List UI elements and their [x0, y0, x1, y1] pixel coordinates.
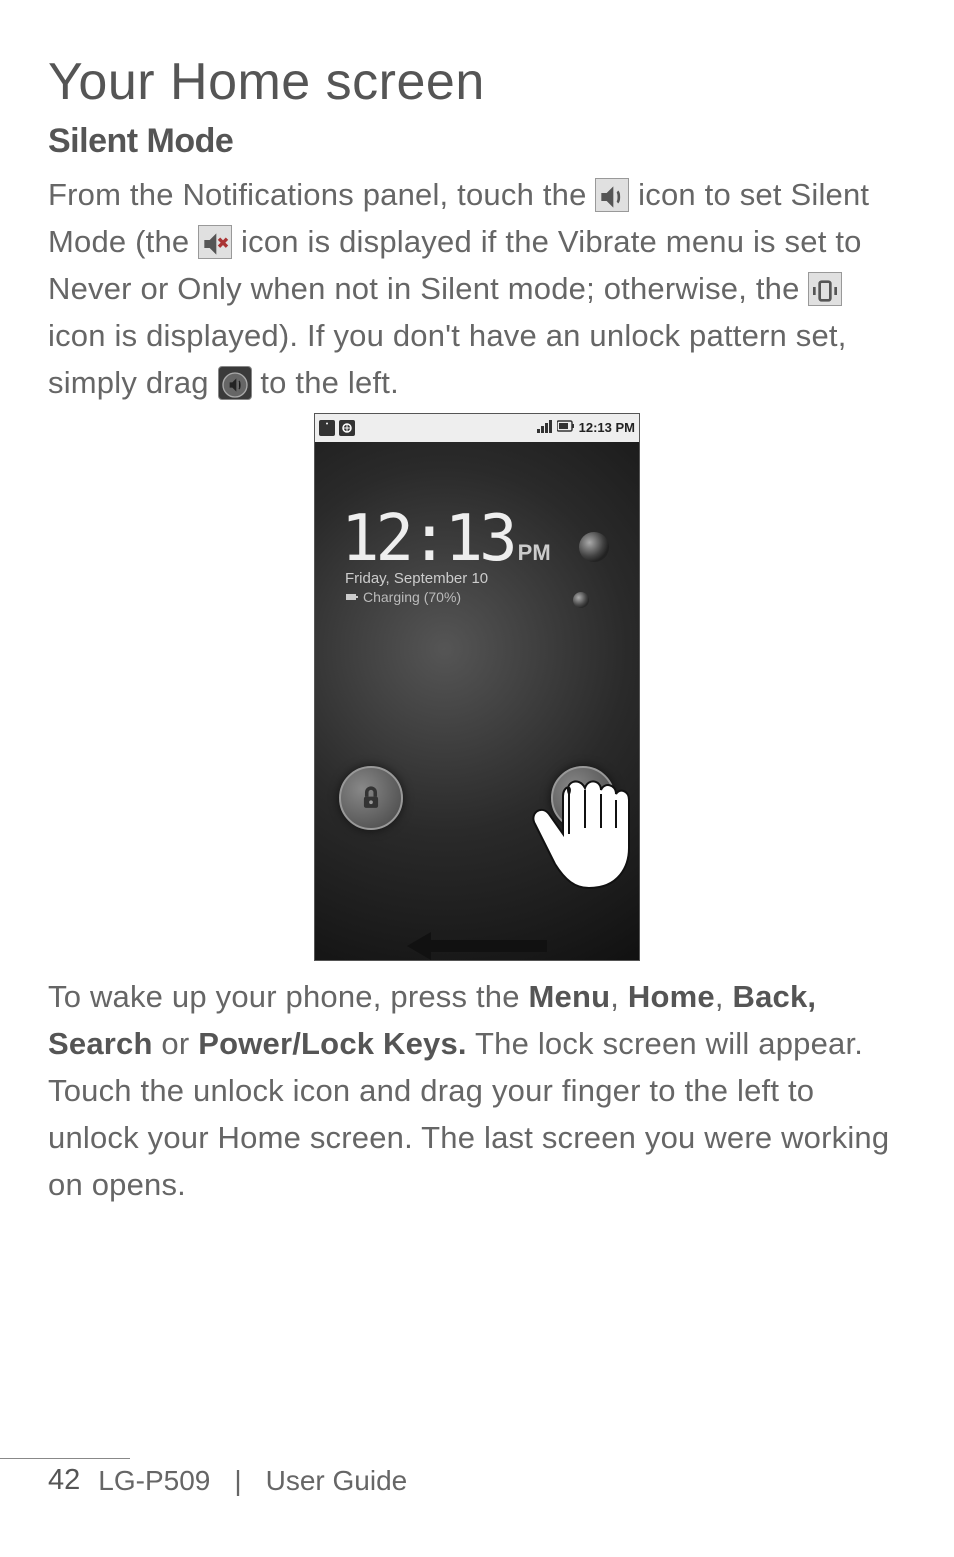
unlock-slider-button[interactable]	[339, 766, 403, 830]
text-segment: From the Notifications panel, touch the	[48, 177, 595, 212]
status-left	[319, 420, 355, 436]
lockscreen-screenshot: 12:13 PM 12:13PM Friday, September 10 Ch…	[314, 413, 640, 961]
page-title: Your Home screen	[48, 52, 906, 112]
text-segment: To wake up your phone, press the	[48, 979, 529, 1014]
footer-divider: |	[234, 1465, 241, 1497]
paragraph-wake: To wake up your phone, press the Menu, H…	[48, 973, 906, 1209]
page-footer: 42 LG-P509 | User Guide	[48, 1464, 407, 1497]
key-menu: Menu	[529, 979, 611, 1014]
key-power-lock: Power/Lock Keys.	[198, 1026, 467, 1061]
charging-text: Charging (70%)	[363, 589, 461, 605]
text-sep: ,	[610, 979, 628, 1014]
battery-icon	[557, 420, 575, 435]
clock-widget: 12:13PM Friday, September 10 Charging (7…	[341, 502, 551, 605]
page-number: 42	[48, 1464, 80, 1497]
clock-time: 12:13	[341, 502, 514, 576]
section-subtitle: Silent Mode	[48, 122, 906, 161]
text-segment: to the left.	[260, 365, 399, 400]
status-time: 12:13 PM	[579, 420, 635, 435]
text-sep: ,	[715, 979, 733, 1014]
drag-hand-illustration	[509, 754, 639, 914]
text-segment: icon is displayed). If you don't have an…	[48, 318, 847, 400]
lockscreen-body: 12:13PM Friday, September 10 Charging (7…	[315, 442, 639, 960]
speaker-muted-icon	[198, 225, 232, 259]
footer-model: LG-P509	[98, 1465, 210, 1497]
key-home: Home	[628, 979, 715, 1014]
speaker-sound-icon	[595, 178, 629, 212]
speaker-handle-icon	[218, 366, 252, 400]
paragraph-silent-mode: From the Notifications panel, touch the …	[48, 171, 906, 407]
clock-ampm: PM	[518, 540, 551, 565]
drag-arrow-left	[407, 932, 547, 960]
usb-icon	[319, 420, 335, 436]
footer-guide: User Guide	[266, 1465, 408, 1497]
clock-charging: Charging (70%)	[345, 589, 551, 605]
text-or: or	[153, 1026, 199, 1061]
signal-icon	[537, 419, 553, 436]
debug-icon	[339, 420, 355, 436]
vibrate-icon	[808, 272, 842, 306]
status-bar: 12:13 PM	[315, 414, 639, 442]
status-right: 12:13 PM	[537, 419, 635, 436]
footer-rule	[0, 1458, 130, 1459]
